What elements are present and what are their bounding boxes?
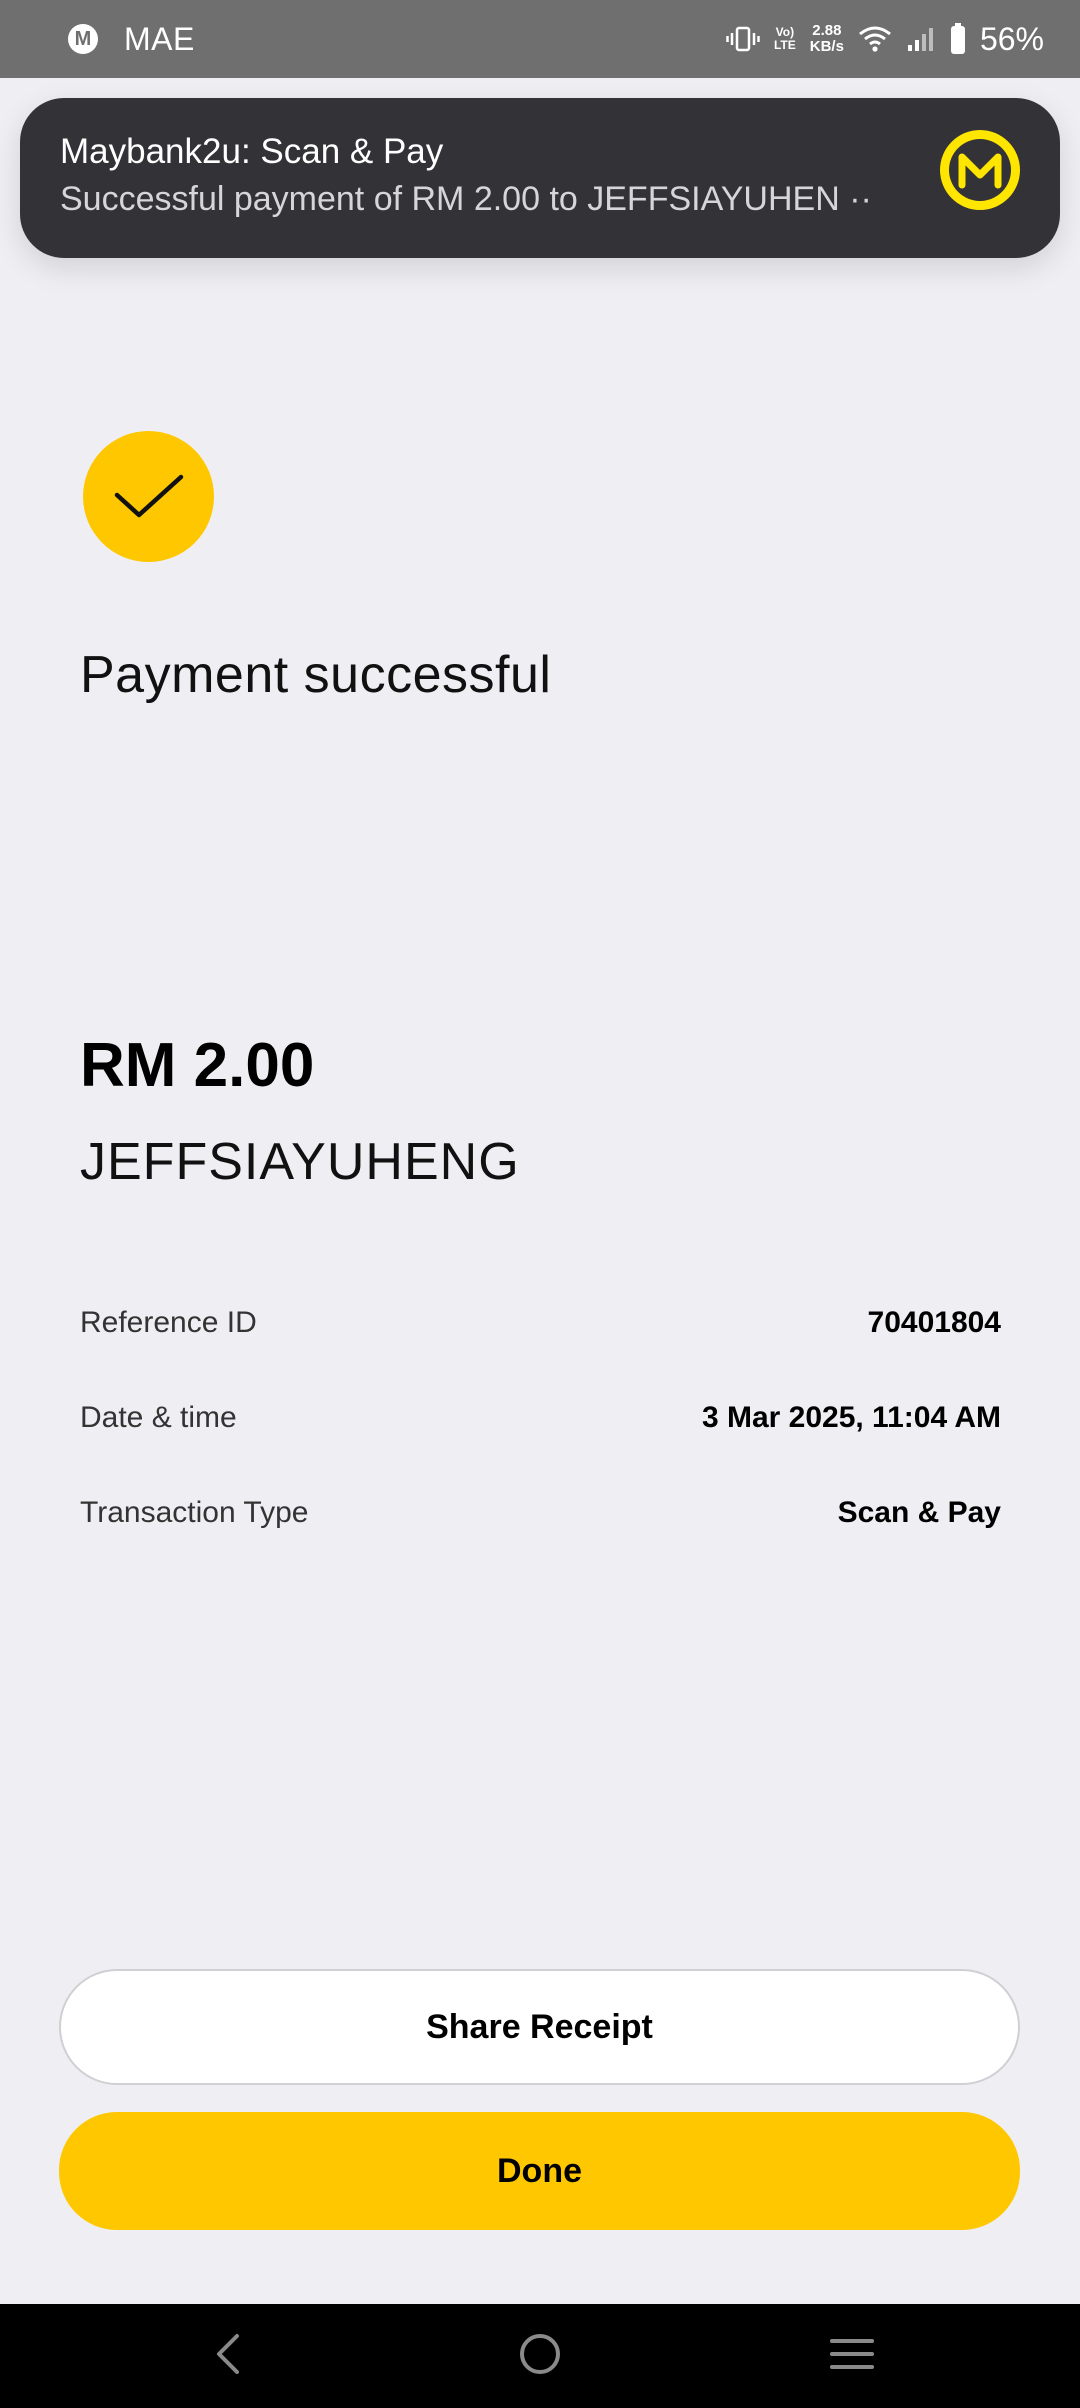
notification-banner[interactable]: Maybank2u: Scan & Pay Successful payment…: [20, 98, 1060, 258]
status-bar-left: M MAE: [68, 0, 195, 78]
mae-app-icon: M: [68, 24, 98, 54]
volte-top-text: Vo): [775, 25, 795, 39]
reference-id-label: Reference ID: [80, 1306, 257, 1339]
date-time-label: Date & time: [80, 1401, 237, 1434]
mae-logo-icon: [940, 130, 1020, 210]
mae-logo-inner: [949, 139, 1011, 201]
notification-title: Maybank2u: Scan & Pay: [60, 132, 444, 171]
vibrate-icon: [726, 24, 760, 54]
payment-amount: RM 2.00: [80, 1031, 315, 1100]
battery-percent: 56%: [979, 20, 1044, 57]
share-receipt-button[interactable]: Share Receipt: [59, 1969, 1020, 2085]
cellular-signal-icon: [906, 24, 936, 54]
detail-row-date-time: Date & time 3 Mar 2025, 11:04 AM: [80, 1394, 1001, 1442]
network-speed-unit: KB/s: [809, 38, 844, 55]
recents-menu-icon: [829, 2335, 875, 2378]
wifi-icon: [858, 24, 892, 54]
detail-row-transaction-type: Transaction Type Scan & Pay: [80, 1489, 1001, 1537]
date-time-value: 3 Mar 2025, 11:04 AM: [701, 1401, 1001, 1434]
recipient-name: JEFFSIAYUHENG: [80, 1133, 520, 1191]
nav-home-button[interactable]: [470, 2304, 610, 2408]
status-bar: M MAE Vo) LTE 2.88 KB/s 56%: [0, 0, 1080, 78]
volte-icon: Vo) LTE: [774, 26, 796, 52]
payment-status-title: Payment successful: [80, 646, 552, 704]
detail-row-reference-id: Reference ID 70401804: [80, 1299, 1001, 1347]
network-speed-value: 2.88: [812, 22, 842, 39]
done-button[interactable]: Done: [59, 2112, 1020, 2230]
transaction-type-value: Scan & Pay: [837, 1496, 1001, 1529]
home-circle-icon: [518, 2332, 562, 2381]
volte-bottom-text: LTE: [773, 38, 796, 52]
reference-id-value: 70401804: [867, 1306, 1001, 1339]
back-chevron-icon: [213, 2332, 243, 2381]
transaction-type-label: Transaction Type: [80, 1496, 309, 1529]
navigation-bar: [0, 2304, 1080, 2408]
battery-icon: [950, 23, 966, 55]
notification-body: Successful payment of RM 2.00 to JEFFSIA…: [60, 180, 872, 218]
nav-recents-button[interactable]: [782, 2304, 922, 2408]
success-checkmark-icon: [83, 431, 214, 562]
status-app-name: MAE: [124, 20, 195, 57]
network-speed: 2.88 KB/s: [810, 23, 844, 55]
nav-back-button[interactable]: [158, 2304, 298, 2408]
status-bar-right: Vo) LTE 2.88 KB/s 56%: [726, 0, 1044, 78]
